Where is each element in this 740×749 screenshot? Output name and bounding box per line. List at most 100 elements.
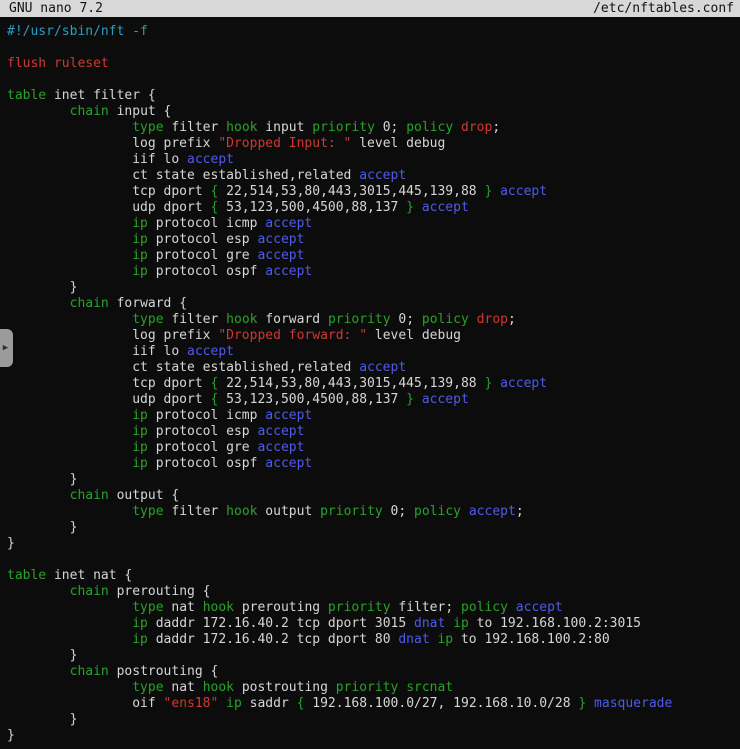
code-line bbox=[7, 72, 740, 88]
code-token: ip bbox=[132, 248, 148, 263]
code-token: protocol icmp bbox=[148, 408, 265, 423]
code-token: accept bbox=[265, 456, 312, 471]
code-line: ip daddr 172.16.40.2 tcp dport 80 dnat i… bbox=[7, 632, 740, 648]
console-side-tab[interactable]: ▶ bbox=[0, 329, 13, 367]
code-line: tcp dport { 22,514,53,80,443,3015,445,13… bbox=[7, 184, 740, 200]
code-line: } bbox=[7, 728, 740, 744]
code-token bbox=[7, 488, 70, 503]
code-token: ip bbox=[453, 616, 469, 631]
code-line: chain input { bbox=[7, 104, 740, 120]
code-token: dnat bbox=[398, 632, 429, 647]
code-line: ip daddr 172.16.40.2 tcp dport 3015 dnat… bbox=[7, 616, 740, 632]
code-line: type nat hook postrouting priority srcna… bbox=[7, 680, 740, 696]
code-token: } bbox=[7, 728, 15, 743]
code-token: type bbox=[132, 680, 163, 695]
code-token: type bbox=[132, 120, 163, 135]
code-token: ip bbox=[226, 696, 242, 711]
code-token: accept bbox=[257, 248, 304, 263]
code-token: hook bbox=[226, 120, 257, 135]
code-token: protocol gre bbox=[148, 440, 258, 455]
code-token: ip bbox=[132, 216, 148, 231]
code-token: daddr 172.16.40.2 tcp dport 3015 bbox=[148, 616, 414, 631]
code-token: priority bbox=[328, 600, 391, 615]
code-token: accept bbox=[500, 184, 547, 199]
code-token: } bbox=[406, 200, 414, 215]
code-token: prerouting { bbox=[109, 584, 211, 599]
code-token: iif lo bbox=[7, 344, 187, 359]
code-token: 53,123,500,4500,88,137 bbox=[218, 200, 406, 215]
code-token bbox=[492, 184, 500, 199]
code-line: ct state established,related accept bbox=[7, 360, 740, 376]
code-token: } bbox=[7, 712, 77, 727]
code-token: inet nat { bbox=[46, 568, 132, 583]
code-token: hook bbox=[226, 312, 257, 327]
code-token: "Dropped Input: " bbox=[218, 136, 351, 151]
code-line: chain output { bbox=[7, 488, 740, 504]
code-token: priority bbox=[320, 504, 383, 519]
code-token: saddr bbox=[242, 696, 297, 711]
code-token: ; bbox=[516, 504, 524, 519]
code-token: 53,123,500,4500,88,137 bbox=[218, 392, 406, 407]
code-line: flush ruleset bbox=[7, 56, 740, 72]
code-token: ip bbox=[437, 632, 453, 647]
code-token: protocol esp bbox=[148, 232, 258, 247]
code-token: priority bbox=[312, 120, 375, 135]
code-token: ip bbox=[132, 456, 148, 471]
terminal-window: GNU nano 7.2 /etc/nftables.conf #!/usr/s… bbox=[0, 0, 740, 749]
code-token bbox=[453, 120, 461, 135]
code-token: to 192.168.100.2:80 bbox=[453, 632, 610, 647]
code-token: } bbox=[7, 280, 77, 295]
code-token: priority bbox=[328, 312, 391, 327]
code-line: chain postrouting { bbox=[7, 664, 740, 680]
code-token: ip bbox=[132, 264, 148, 279]
code-token: } bbox=[7, 472, 77, 487]
code-token: drop bbox=[477, 312, 508, 327]
code-token: type bbox=[132, 504, 163, 519]
code-line: type nat hook prerouting priority filter… bbox=[7, 600, 740, 616]
code-token: ip bbox=[132, 424, 148, 439]
code-token: } bbox=[7, 648, 77, 663]
code-line: udp dport { 53,123,500,4500,88,137 } acc… bbox=[7, 200, 740, 216]
code-token bbox=[7, 312, 132, 327]
code-token: log prefix bbox=[7, 136, 218, 151]
code-token: protocol icmp bbox=[148, 216, 265, 231]
code-token: ; bbox=[508, 312, 516, 327]
code-token bbox=[7, 616, 132, 631]
code-line: type filter hook output priority 0; poli… bbox=[7, 504, 740, 520]
code-line: chain prerouting { bbox=[7, 584, 740, 600]
code-token: chain bbox=[70, 104, 109, 119]
code-token bbox=[586, 696, 594, 711]
code-line: table inet nat { bbox=[7, 568, 740, 584]
code-token: accept bbox=[257, 424, 304, 439]
code-token: accept bbox=[265, 264, 312, 279]
code-token: accept bbox=[359, 168, 406, 183]
code-token bbox=[508, 600, 516, 615]
code-token: input bbox=[257, 120, 312, 135]
code-token: protocol ospf bbox=[148, 456, 265, 471]
code-token: filter bbox=[164, 312, 227, 327]
code-token: ; bbox=[492, 120, 500, 135]
code-token: ct state established,related bbox=[7, 168, 359, 183]
code-token: chain bbox=[70, 296, 109, 311]
code-token: ip bbox=[132, 632, 148, 647]
editor-content[interactable]: #!/usr/sbin/nft -fflush rulesettable ine… bbox=[0, 17, 740, 744]
code-token: } bbox=[406, 392, 414, 407]
code-line bbox=[7, 40, 740, 56]
code-token bbox=[7, 424, 132, 439]
code-token: ip bbox=[132, 440, 148, 455]
code-token: chain bbox=[70, 488, 109, 503]
code-line: type filter hook forward priority 0; pol… bbox=[7, 312, 740, 328]
code-token: output { bbox=[109, 488, 179, 503]
code-token bbox=[7, 296, 70, 311]
code-token: accept bbox=[359, 360, 406, 375]
code-token: inet filter { bbox=[46, 88, 156, 103]
code-token: iif lo bbox=[7, 152, 187, 167]
code-token: 22,514,53,80,443,3015,445,139,88 bbox=[218, 184, 484, 199]
code-token bbox=[7, 408, 132, 423]
code-token bbox=[469, 312, 477, 327]
code-line: ip protocol ospf accept bbox=[7, 264, 740, 280]
nano-version-title: GNU nano 7.2 bbox=[9, 0, 103, 17]
code-token bbox=[7, 504, 132, 519]
code-token: } bbox=[7, 520, 77, 535]
code-token: nat bbox=[164, 680, 203, 695]
